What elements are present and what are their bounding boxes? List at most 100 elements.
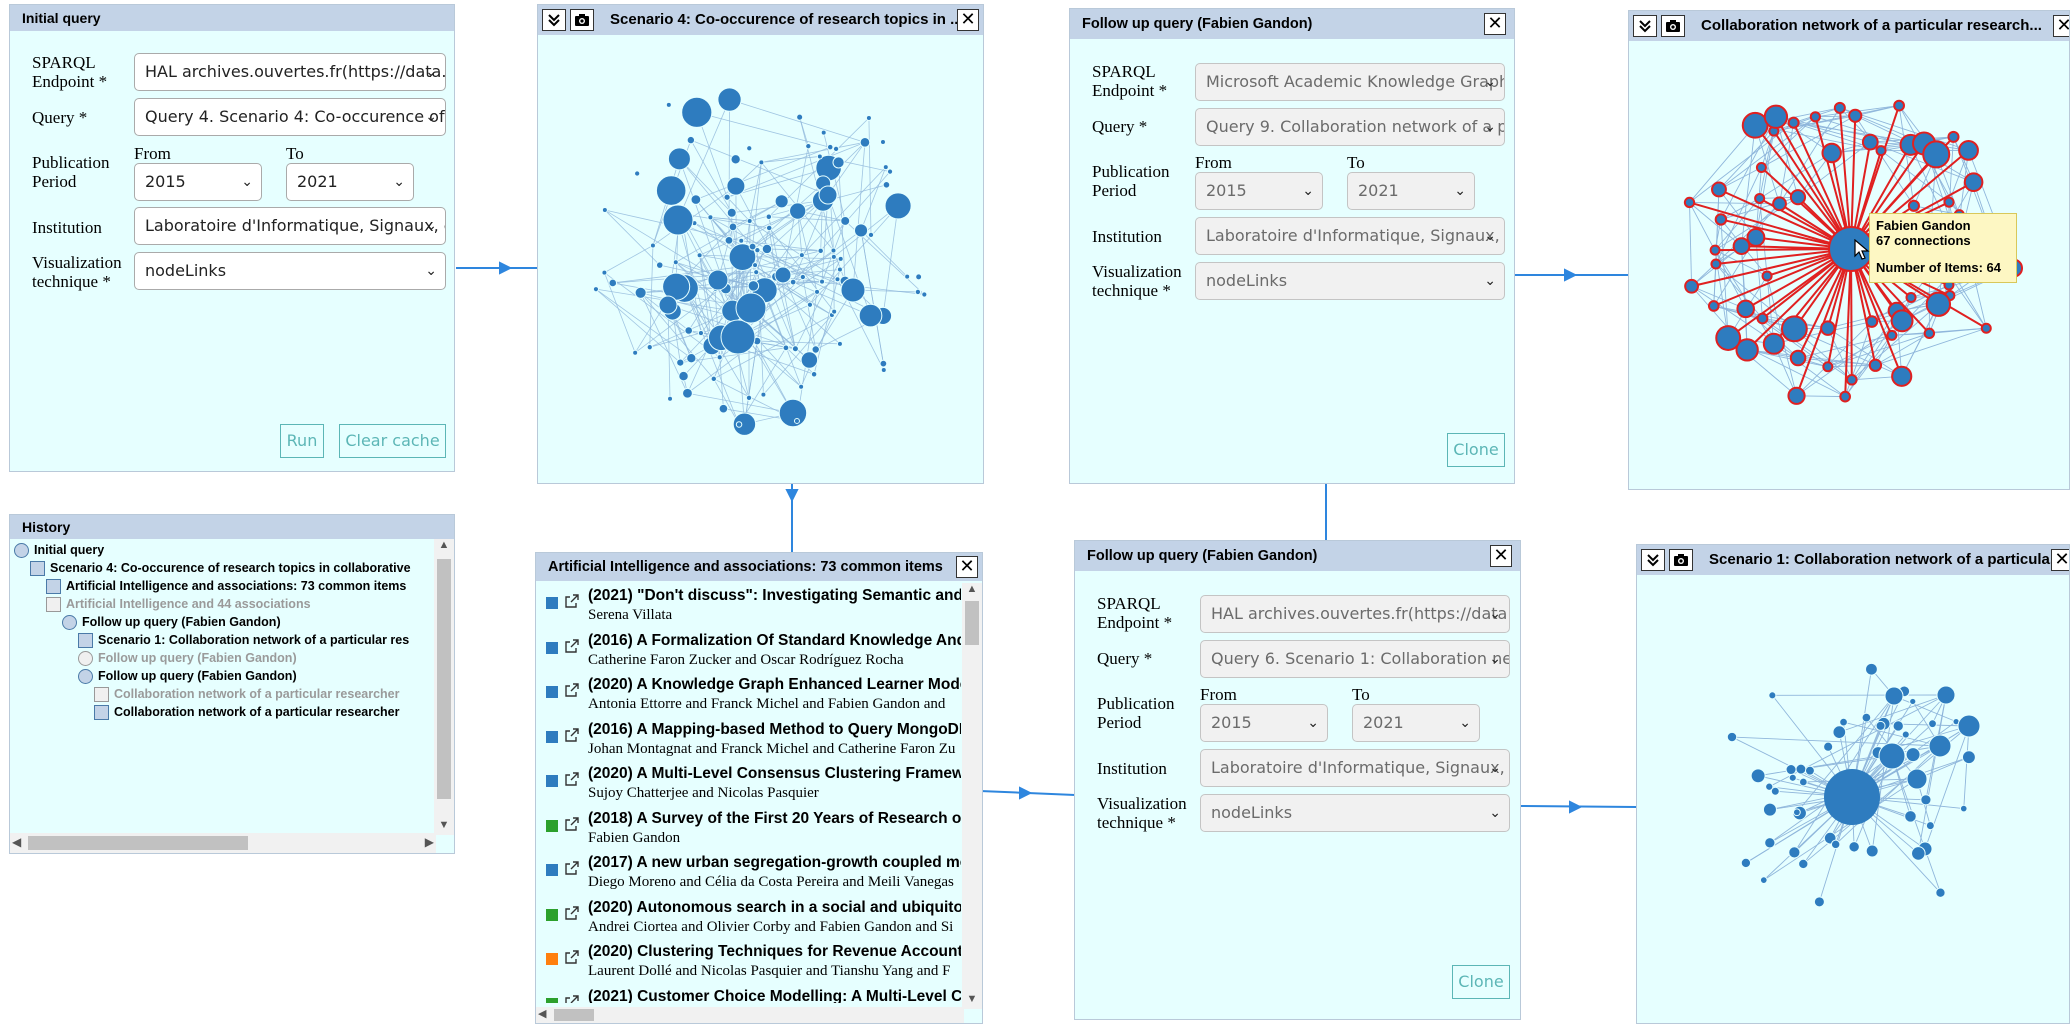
from-select[interactable]: 2015 ⌄ — [1195, 172, 1323, 210]
graph-node[interactable] — [778, 398, 808, 428]
graph-node[interactable] — [649, 242, 656, 249]
graph-node[interactable] — [655, 261, 664, 269]
graph-node[interactable] — [632, 349, 639, 356]
graph-node[interactable] — [634, 170, 641, 177]
graph-node[interactable] — [676, 358, 685, 367]
graph-node[interactable] — [1904, 810, 1917, 823]
graph-node[interactable] — [601, 269, 608, 276]
to-select[interactable]: 2021 ⌄ — [1347, 172, 1475, 210]
graph-node[interactable] — [1980, 322, 1992, 334]
graph-node[interactable] — [1787, 386, 1806, 405]
clone-button[interactable]: Clone — [1452, 965, 1510, 999]
scrollbar-thumb[interactable] — [437, 559, 451, 799]
cooccurrence-graph[interactable] — [538, 35, 983, 483]
graph-node[interactable] — [753, 269, 760, 276]
camera-button[interactable] — [1669, 549, 1693, 571]
query-select[interactable]: Query 4. Scenario 4: Co-occurence of ⌄ — [134, 98, 446, 136]
graph-node[interactable] — [836, 340, 843, 347]
graph-node[interactable] — [867, 231, 875, 239]
graph-node[interactable] — [1813, 896, 1825, 908]
graph-node[interactable] — [1886, 329, 1898, 341]
graph-node[interactable] — [886, 168, 894, 175]
graph-node[interactable] — [1822, 361, 1834, 373]
graph-node[interactable] — [1893, 99, 1905, 112]
graph-node[interactable] — [1961, 750, 1976, 765]
collaboration-graph[interactable] — [1637, 575, 2070, 1024]
graph-node[interactable] — [1763, 104, 1789, 129]
publication-title[interactable]: (2016) A Mapping-based Method to Query M… — [588, 721, 961, 739]
graph-node[interactable] — [882, 181, 891, 189]
graph-node[interactable] — [1711, 181, 1727, 198]
close-button[interactable]: ✕ — [957, 9, 979, 31]
graph-node[interactable] — [1865, 662, 1878, 676]
graph-node[interactable] — [718, 403, 729, 414]
graph-node[interactable] — [1909, 697, 1917, 706]
publication-title[interactable]: (2018) A Survey of the First 20 Years of… — [588, 810, 961, 828]
graph-node[interactable] — [686, 353, 697, 364]
list-item[interactable]: (2016) A Mapping-based Method to Query M… — [536, 717, 961, 761]
graph-node[interactable] — [686, 135, 696, 145]
camera-button[interactable] — [1661, 15, 1685, 37]
close-button[interactable]: ✕ — [1490, 545, 1512, 567]
graph-node[interactable] — [904, 273, 911, 280]
graph-node[interactable] — [830, 247, 837, 254]
graph-node[interactable] — [758, 159, 765, 166]
graph-node[interactable] — [1684, 278, 1700, 294]
graph-node[interactable] — [879, 359, 888, 368]
collapse-button[interactable] — [542, 9, 566, 31]
graph-node[interactable] — [1710, 258, 1722, 270]
scrollbar-thumb[interactable] — [965, 601, 979, 645]
graph-node[interactable] — [774, 194, 789, 209]
graph-node[interactable] — [707, 269, 729, 291]
graph-node[interactable] — [836, 266, 843, 273]
graph-node[interactable] — [840, 277, 866, 303]
graph-node[interactable] — [1923, 327, 1936, 340]
external-link-icon[interactable] — [564, 593, 580, 609]
graph-node[interactable] — [858, 303, 883, 328]
graph-node[interactable] — [746, 218, 753, 225]
scroll-up-icon[interactable]: ▲ — [434, 539, 454, 555]
external-link-icon[interactable] — [564, 905, 580, 921]
graph-node[interactable] — [1907, 199, 1920, 212]
history-item[interactable]: Artificial Intelligence and associations… — [46, 579, 406, 595]
graph-node[interactable] — [716, 354, 723, 361]
graph-node[interactable] — [834, 276, 841, 283]
graph-node[interactable] — [1928, 719, 1937, 729]
graph-node[interactable] — [1762, 802, 1777, 817]
graph-node[interactable] — [1830, 839, 1841, 850]
graph-node[interactable] — [1821, 142, 1842, 164]
graph-node[interactable] — [1905, 291, 1917, 303]
from-select[interactable]: 2015 ⌄ — [1200, 704, 1328, 742]
graph-node[interactable] — [1901, 730, 1910, 739]
query-select[interactable]: Query 9. Collaboration network of a pa ⌄ — [1195, 108, 1505, 146]
graph-node[interactable] — [1861, 712, 1872, 723]
history-item[interactable]: Collaboration network of a particular re… — [94, 705, 400, 721]
graph-node[interactable] — [1963, 172, 1984, 192]
graph-node[interactable] — [667, 147, 691, 171]
graph-node[interactable] — [1750, 768, 1766, 784]
graph-node[interactable] — [1884, 686, 1904, 706]
history-item[interactable]: Follow up query (Fabien Gandon) — [78, 669, 297, 685]
graph-node[interactable] — [1947, 130, 1960, 143]
graph-node[interactable] — [710, 375, 717, 382]
list-item[interactable]: (2021) "Don't discuss": Investigating Se… — [536, 583, 961, 627]
graph-node[interactable] — [1798, 858, 1809, 870]
endpoint-select[interactable]: HAL archives.ouvertes.fr(https://data. ⌄ — [1200, 595, 1510, 633]
history-item[interactable]: Scenario 4: Co-occurence of research top… — [30, 561, 411, 577]
collapse-button[interactable] — [1633, 15, 1657, 37]
graph-node[interactable] — [1788, 773, 1797, 782]
graph-node[interactable] — [634, 286, 647, 299]
external-link-icon[interactable] — [564, 771, 580, 787]
scroll-down-icon[interactable]: ▼ — [962, 993, 982, 1009]
graph-node[interactable] — [819, 278, 826, 285]
graph-node[interactable] — [726, 207, 737, 218]
graph-node[interactable] — [1798, 777, 1808, 787]
graph-node[interactable] — [746, 145, 753, 152]
graph-node[interactable] — [665, 101, 672, 108]
list-item[interactable]: (2020) A Multi-Level Consensus Clusterin… — [536, 761, 961, 805]
graph-node[interactable] — [805, 142, 812, 150]
graph-node[interactable] — [1928, 734, 1952, 758]
history-item[interactable]: Follow up query (Fabien Gandon) — [62, 615, 281, 631]
graph-node[interactable] — [747, 280, 760, 292]
graph-node[interactable] — [880, 367, 887, 374]
